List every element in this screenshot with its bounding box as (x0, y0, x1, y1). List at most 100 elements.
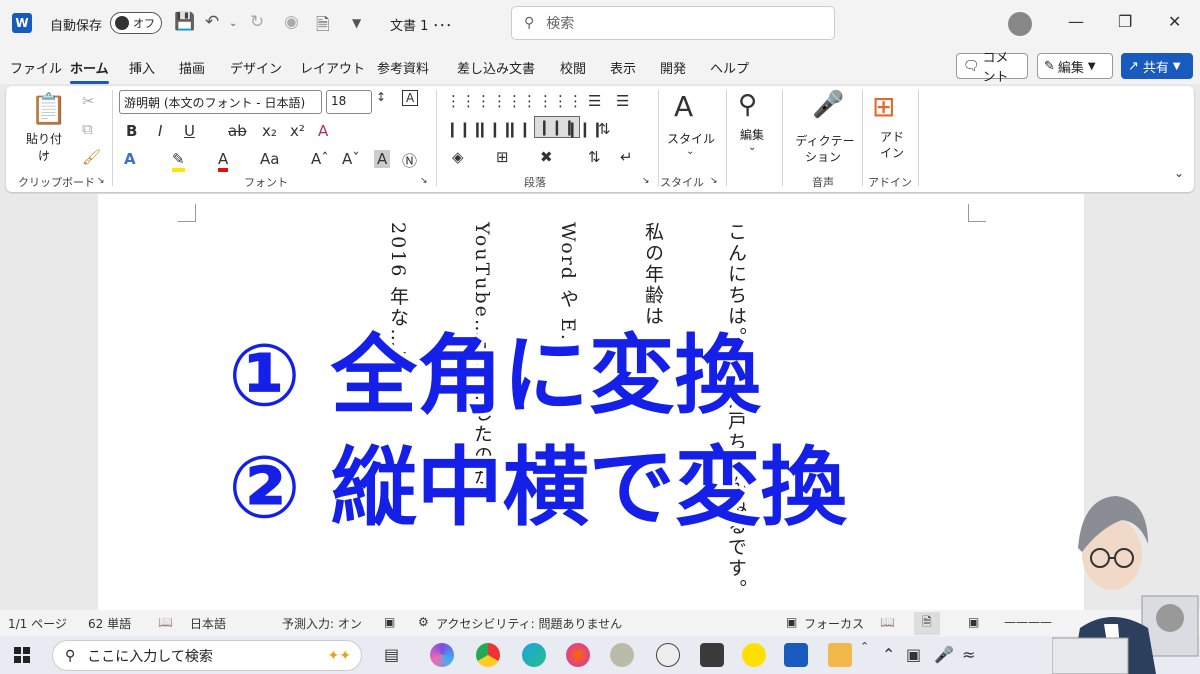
camera-icon[interactable]: ▣ (906, 645, 921, 664)
decrease-indent-icon[interactable]: ☰ (588, 92, 601, 110)
tab-draw[interactable]: 描画 (179, 58, 205, 77)
tab-references[interactable]: 参考資料 (377, 58, 429, 77)
font-size-select[interactable]: 18 (326, 90, 372, 114)
dialog-launcher-icon[interactable]: ↘ (642, 176, 650, 186)
chevron-up-icon[interactable]: ⌃ (860, 640, 869, 653)
shrink-font-icon[interactable]: ↕ (376, 90, 386, 104)
close-icon[interactable]: ✕ (1168, 12, 1181, 31)
tab-file[interactable]: ファイル (10, 58, 62, 77)
edge-icon[interactable] (522, 643, 546, 667)
sort-icon[interactable]: ⇅ (588, 148, 601, 166)
character-shading-icon[interactable]: A (374, 150, 391, 168)
share-button[interactable]: ↗ 共有 ▼ (1121, 53, 1193, 79)
chevron-up-icon[interactable]: ⌃ (882, 645, 895, 664)
dialog-launcher-icon[interactable]: ↘ (97, 176, 105, 186)
font-color-icon[interactable]: A (218, 150, 229, 172)
grow-font-icon[interactable]: Aˆ (311, 150, 329, 168)
firefox-icon[interactable] (566, 643, 590, 667)
chevron-down-icon[interactable]: ⌄ (748, 142, 756, 153)
dialog-launcher-icon[interactable]: ↘ (420, 176, 428, 186)
windows-start-icon[interactable] (14, 647, 30, 663)
strikethrough-icon[interactable]: ab (228, 122, 247, 140)
asian-layout-icon[interactable]: ✖ (540, 148, 553, 166)
wifi-icon[interactable]: ≈ (962, 645, 975, 664)
read-mode-icon[interactable]: 📖 (880, 615, 895, 629)
app-icon[interactable] (656, 643, 680, 667)
edit-mode-button[interactable]: ✎ 編集 ▼ (1037, 53, 1113, 79)
line-spacing-icon[interactable]: ⇅ (598, 120, 611, 138)
text-column[interactable]: 私の年齢は (642, 222, 664, 327)
underline-icon[interactable]: U (184, 122, 195, 140)
customize-toolbar-icon[interactable]: ▼ (352, 16, 361, 30)
app-icon-ae[interactable] (700, 643, 724, 667)
text-effects-icon-2[interactable]: A (124, 150, 136, 168)
addins-icon[interactable]: ⊞ (872, 90, 895, 123)
shading-icon[interactable]: ◈ (452, 148, 464, 166)
copy-icon[interactable]: ⧉ (82, 120, 93, 138)
new-document-icon[interactable]: 🗎 (316, 12, 330, 41)
account-avatar[interactable] (1008, 12, 1032, 36)
tab-view[interactable]: 表示 (610, 58, 636, 77)
taskbar-search[interactable]: ⚲ ここに入力して検索 ✦✦ (52, 640, 362, 671)
styles-icon[interactable]: A (674, 90, 693, 123)
dictate-label-line2[interactable]: ション (798, 148, 848, 165)
focus-mode[interactable]: フォーカス (804, 615, 864, 632)
bold-icon[interactable]: B (126, 122, 137, 140)
tab-review[interactable]: 校閲 (560, 58, 586, 77)
multilevel-list-icon[interactable]: ⋮⋮⋮ (538, 92, 583, 110)
microphone-tray-icon[interactable]: 🎤 (934, 645, 954, 664)
tab-help[interactable]: ヘルプ (710, 58, 749, 77)
save-icon[interactable]: 💾 (174, 12, 195, 32)
predictive-input[interactable]: 予測入力: オン (282, 615, 362, 632)
cut-icon[interactable]: ✂ (82, 92, 95, 110)
restore-icon[interactable]: ❐ (1118, 12, 1132, 31)
microphone-icon[interactable]: 🎤 (812, 90, 844, 120)
tab-mailings[interactable]: 差し込み文書 (457, 58, 535, 77)
increase-indent-icon[interactable]: ☰ (616, 92, 629, 110)
print-layout-icon[interactable]: 🗎 (914, 612, 940, 635)
comment-button[interactable]: 🗨 コメント (956, 51, 1028, 85)
word-taskbar-icon[interactable] (784, 643, 808, 667)
italic-icon[interactable]: I (158, 122, 162, 140)
highlight-icon[interactable]: ✎ (172, 150, 185, 172)
undo-dropdown-icon[interactable]: ⌄ (229, 18, 237, 29)
find-icon[interactable]: ⚲ (738, 90, 757, 120)
autosave-toggle[interactable]: オフ (110, 12, 162, 34)
text-effects-icon[interactable]: A​ (318, 122, 328, 140)
copilot-icon[interactable] (430, 643, 454, 667)
chevron-down-icon[interactable]: ⌄ (686, 146, 694, 157)
paste-dropdown-icon[interactable]: ⌄ (40, 148, 48, 159)
collapse-ribbon-icon[interactable]: ⌄ (1174, 166, 1184, 180)
addins-label-line1[interactable]: アド (872, 128, 912, 145)
addins-label-line2[interactable]: イン (872, 144, 912, 161)
undo-icon[interactable]: ↶ (205, 12, 219, 32)
dialog-launcher-icon[interactable]: ↘ (710, 176, 718, 186)
paste-icon[interactable]: 📋 (30, 92, 67, 127)
task-view-icon[interactable]: ▤ (384, 645, 399, 664)
accessibility-status[interactable]: アクセシビリティ: 問題ありません (436, 615, 622, 632)
page-count[interactable]: 1/1 ページ (8, 615, 67, 632)
tab-insert[interactable]: 挿入 (129, 58, 155, 77)
dictate-label-line1[interactable]: ディクテー (790, 132, 860, 149)
language[interactable]: 日本語 (190, 615, 226, 632)
paint-icon[interactable] (610, 643, 634, 667)
tab-developer[interactable]: 開発 (660, 58, 686, 77)
chrome-icon[interactable] (476, 643, 500, 667)
borders-icon[interactable]: ⊞ (496, 148, 509, 166)
file-explorer-icon[interactable] (828, 643, 852, 667)
touch-mode-icon[interactable]: ◉ (284, 12, 299, 32)
bullets-icon[interactable]: ⋮⋮⋮ (446, 92, 491, 110)
minimize-icon[interactable]: — (1068, 12, 1084, 31)
numbering-icon[interactable]: ⋮⋮⋮ (492, 92, 537, 110)
search-box[interactable]: ⚲ 検索 (511, 6, 835, 40)
redo-icon[interactable]: ↻ (250, 12, 264, 32)
tab-home[interactable]: ホーム (70, 58, 109, 84)
styles-label[interactable]: スタイル (666, 130, 716, 147)
tab-layout[interactable]: レイアウト (300, 58, 365, 77)
font-name-select[interactable]: 游明朝 (本文のフォント - 日本語) (119, 90, 322, 114)
change-case-icon[interactable]: Aa (260, 150, 279, 168)
subscript-icon[interactable]: x₂ (262, 122, 277, 140)
show-marks-icon[interactable]: ↵ (620, 148, 633, 166)
document-title[interactable]: 文書 1 ･･･ (390, 15, 452, 34)
format-painter-icon[interactable]: 🖌 (82, 148, 101, 166)
